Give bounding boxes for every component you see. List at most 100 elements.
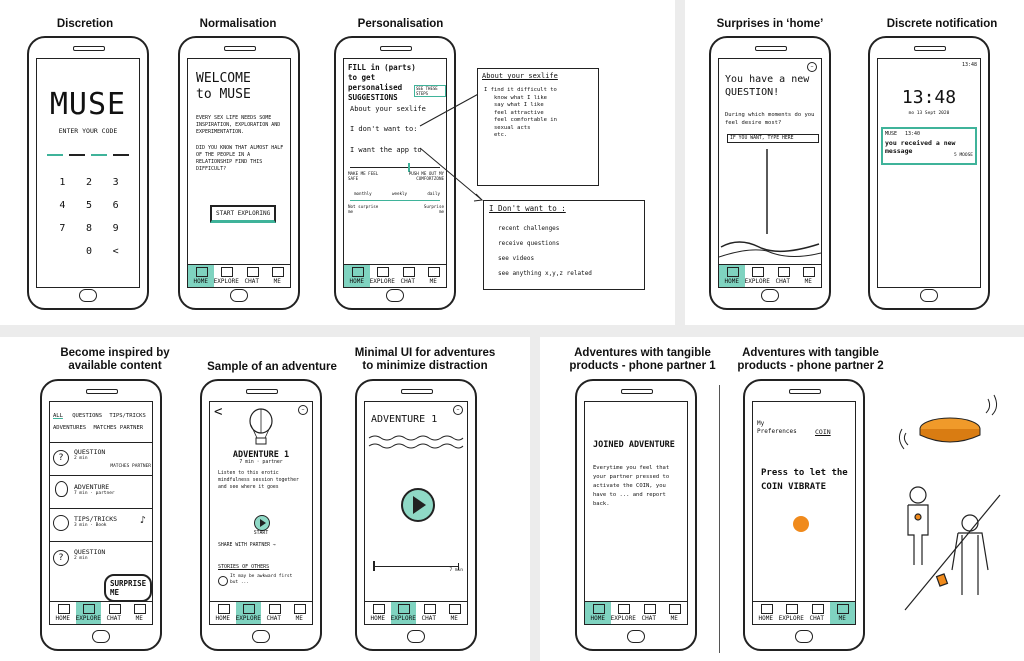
about-sexlife-item[interactable]: About your sexlife [350,105,426,113]
nav-explore[interactable]: EXPLORE [370,265,396,287]
home-button[interactable] [627,630,645,643]
chat-icon [268,604,281,614]
key-7[interactable]: 7 [49,223,76,234]
key-3[interactable]: 3 [102,177,129,188]
home-button[interactable] [920,289,938,302]
tab-questions[interactable]: QUESTIONS [72,413,102,419]
screen: ALL QUESTIONS TIPS/TRICKS ADVENTURES MAT… [49,401,153,625]
want-app-item[interactable]: I want the app to [350,146,422,154]
key-4[interactable]: 4 [49,200,76,211]
surprise-me-button[interactable]: SURPRISE ME [104,574,152,602]
joined-adventure-body: Everytime you feel that your partner pre… [593,465,670,507]
home-button[interactable] [407,630,425,643]
list-item[interactable]: ADVENTURE 7 min · partner [50,475,152,508]
vibrate-coin-button[interactable] [793,516,809,532]
user-icon [272,267,285,277]
backspace-key[interactable]: < [102,246,129,257]
nav-home[interactable]: HOME [585,602,611,624]
nav-home[interactable]: HOME [753,602,779,624]
home-button[interactable] [230,289,248,302]
nav-me[interactable]: ME [796,265,822,287]
list-item[interactable]: know what I like [484,95,594,103]
speaker [755,46,787,51]
key-2[interactable]: 2 [76,177,103,188]
nav-home[interactable]: HOME [50,602,76,624]
nav-explore[interactable]: EXPLORE [235,602,261,624]
list-item[interactable]: TIPS/TRICKS 3 min · Book ♪ [50,508,152,541]
preferences-link[interactable]: My Preferences [757,420,797,436]
nav-me[interactable]: ME [265,265,291,287]
nav-me[interactable]: ME [127,602,153,624]
nav-explore[interactable]: EXPLORE [214,265,240,287]
list-item[interactable]: ? QUESTION 2 min MATCHES PARTNER [50,442,152,475]
tab-tips[interactable]: TIPS/TRICKS [109,413,145,419]
home-button[interactable] [795,630,813,643]
home-button[interactable] [92,630,110,643]
nav-home[interactable]: HOME [188,265,214,287]
list-item[interactable]: see videos [498,251,592,266]
notification-card[interactable]: MUSE 13:40 you received a new message 5 … [881,127,977,165]
nav-explore[interactable]: EXPLORE [779,602,805,624]
play-button[interactable] [401,488,435,522]
nav-explore[interactable]: EXPLORE [390,602,416,624]
minimize-icon[interactable]: – [807,62,817,72]
nav-chat[interactable]: CHAT [239,265,265,287]
list-item[interactable]: recent challenges [498,221,592,236]
play-button[interactable] [254,515,270,531]
progress-bar[interactable] [373,561,459,571]
nav-home[interactable]: HOME [365,602,391,624]
nav-home[interactable]: HOME [210,602,236,624]
nav-chat[interactable]: CHAT [636,602,662,624]
coin-tab[interactable]: COIN [815,428,831,436]
list-item[interactable]: receive questions [498,236,592,251]
explore-icon [618,604,631,614]
back-button[interactable]: < [214,404,222,420]
home-button[interactable] [252,630,270,643]
share-with-partner[interactable]: SHARE WITH PARTNER → [218,543,276,548]
nav-me[interactable]: ME [421,265,447,287]
code-prompt: ENTER YOUR CODE [58,127,118,135]
lock-time: 13:48 [901,87,957,108]
nav-chat[interactable]: CHAT [770,265,796,287]
tab-matches[interactable]: MATCHES PARTNER [93,425,143,431]
nav-chat[interactable]: CHAT [416,602,442,624]
key-9[interactable]: 9 [102,223,129,234]
nav-chat[interactable]: CHAT [804,602,830,624]
home-button[interactable] [386,289,404,302]
key-8[interactable]: 8 [76,223,103,234]
start-exploring-button[interactable]: START EXPLORING [210,205,277,223]
home-button[interactable] [79,289,97,302]
nav-chat[interactable]: CHAT [101,602,127,624]
answer-input[interactable]: IF YOU WANT, TYPE HERE [727,134,819,143]
home-button[interactable] [761,289,779,302]
tab-adventures[interactable]: ADVENTURES [53,425,86,431]
nav-chat[interactable]: CHAT [261,602,287,624]
nav-me[interactable]: ME [662,602,688,624]
story-item[interactable]: It may be awkward first but ... [218,574,304,588]
nav-explore[interactable]: EXPLORE [745,265,771,287]
nav-me[interactable]: ME [442,602,468,624]
dont-want-item[interactable]: I don't want to: [350,125,417,133]
list-item[interactable]: I find it difficult to [484,87,594,95]
phone-surprises: – You have a new QUESTION! During which … [709,36,831,310]
key-1[interactable]: 1 [49,177,76,188]
list-item[interactable]: feel attractive [484,110,594,118]
list-item[interactable]: ? QUESTION 2 min [50,541,152,574]
nav-me[interactable]: ME [287,602,313,624]
minimize-icon[interactable]: – [453,405,463,415]
minimize-icon[interactable]: – [298,405,308,415]
nav-me[interactable]: ME [829,602,855,624]
key-0[interactable]: 0 [76,246,103,257]
nav-chat[interactable]: CHAT [395,265,421,287]
nav-explore[interactable]: EXPLORE [611,602,637,624]
nav-explore[interactable]: EXPLORE [75,602,101,624]
key-5[interactable]: 5 [76,200,103,211]
nav-home[interactable]: HOME [719,265,745,287]
nav-home[interactable]: HOME [344,265,370,287]
tab-all[interactable]: ALL [53,413,63,419]
code-slots[interactable] [47,154,129,156]
list-item[interactable]: see anything x,y,z related [498,266,592,281]
list-item[interactable]: say what I like [484,102,594,110]
key-6[interactable]: 6 [102,200,129,211]
list-item[interactable]: feel comfortable in sexual acts [484,117,564,132]
